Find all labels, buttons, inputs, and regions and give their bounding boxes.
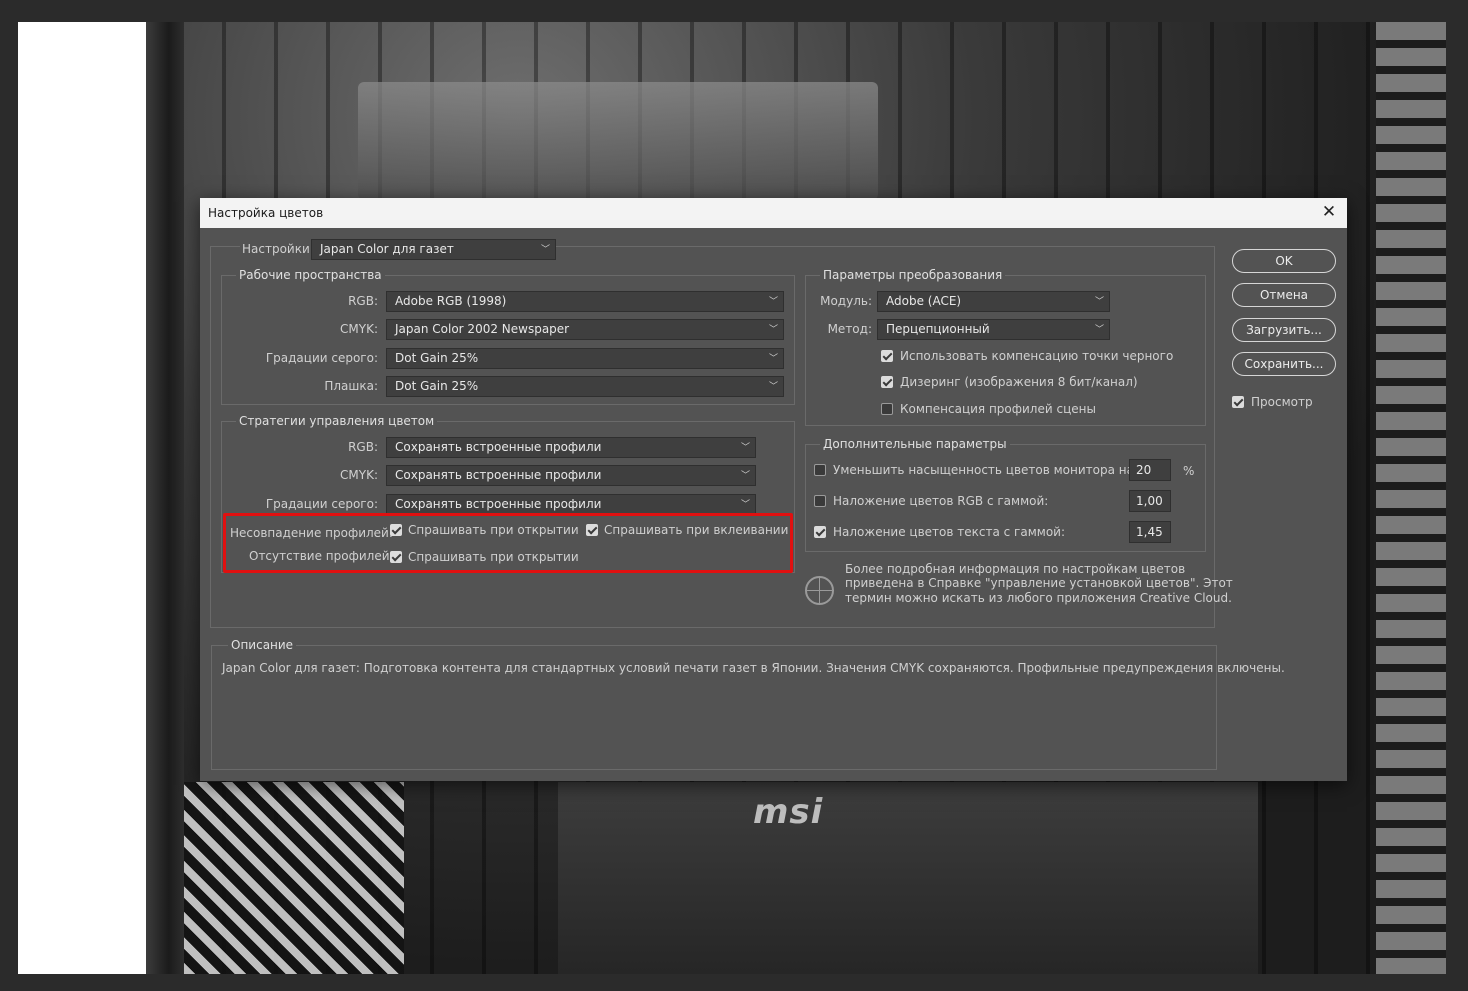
engine-select[interactable]: Adobe (ACE) ﹀ [877,291,1110,312]
blend-rgb-checkbox[interactable] [814,495,826,507]
photo-cpu-cooler [358,82,878,200]
mismatch-paste-label[interactable]: Спрашивать при вклеивании [604,523,788,537]
chevron-down-icon: ﹀ [768,382,778,392]
preview-label[interactable]: Просмотр [1251,395,1313,409]
policies-title: Стратегии управления цветом [236,414,438,428]
settings-label: Настройки: [240,242,316,256]
chevron-down-icon: ﹀ [768,354,778,364]
photo-side-panel [1376,22,1446,974]
ok-button[interactable]: OK [1232,249,1336,273]
desaturate-checkbox[interactable] [814,464,826,476]
mismatch-paste-checkbox[interactable] [586,524,598,536]
bpc-checkbox[interactable] [881,350,893,362]
ws-rgb-select[interactable]: Adobe RGB (1998) ﹀ [386,291,784,312]
missing-label: Отсутствие профилей: [249,549,394,563]
engine-value: Adobe (ACE) [886,294,962,308]
cancel-button[interactable]: Отмена [1232,283,1336,307]
photo-grille [184,782,404,974]
intent-select[interactable]: Перцепционный ﹀ [877,319,1110,340]
dither-label[interactable]: Дизеринг (изображения 8 бит/канал) [900,375,1138,389]
close-icon[interactable]: ✕ [1318,203,1340,223]
load-button[interactable]: Загрузить... [1232,318,1336,342]
mismatch-open-checkbox[interactable] [390,524,402,536]
policy-cmyk-label: CMYK: [340,468,378,482]
preview-checkbox[interactable] [1232,396,1244,408]
blend-rgb-input[interactable]: 1,00 [1129,490,1171,512]
policy-gray-select[interactable]: Сохранять встроенные профили ﹀ [386,494,756,515]
ws-gray-label: Градации серого: [265,351,378,365]
ws-cmyk-label: CMYK: [340,322,378,336]
save-button[interactable]: Сохранить... [1232,352,1336,376]
settings-select-value: Japan Color для газет [320,242,454,256]
policy-rgb-value: Сохранять встроенные профили [395,440,602,454]
bpc-label[interactable]: Использовать компенсацию точки черного [900,349,1173,363]
desaturate-input[interactable]: 20 [1129,459,1171,481]
chevron-down-icon: ﹀ [740,443,750,453]
ws-cmyk-value: Japan Color 2002 Newspaper [395,322,570,336]
photo-case-edge [146,22,184,974]
dialog-title: Настройка цветов [208,206,324,220]
chevron-down-icon: ﹀ [1094,325,1104,335]
settings-select[interactable]: Japan Color для газет ﹀ [311,239,556,260]
ws-rgb-label: RGB: [348,294,378,308]
desaturate-label[interactable]: Уменьшить насыщенность цветов монитора н… [833,463,1138,477]
intent-value: Перцепционный [886,322,990,336]
ws-cmyk-select[interactable]: Japan Color 2002 Newspaper ﹀ [386,319,784,340]
intent-label: Метод: [827,322,872,336]
description-text: Japan Color для газет: Подготовка контен… [222,661,1285,675]
policy-cmyk-select[interactable]: Сохранять встроенные профили ﹀ [386,465,756,486]
conversion-title: Параметры преобразования [820,268,1006,282]
dialog-titlebar: Настройка цветов ✕ [200,198,1347,228]
missing-open-label[interactable]: Спрашивать при открытии [408,550,579,564]
color-wheel-icon [805,576,834,605]
policy-rgb-label: RGB: [348,440,378,454]
photo-motherboard [558,782,1258,974]
chevron-down-icon: ﹀ [1094,297,1104,307]
chevron-down-icon: ﹀ [740,471,750,481]
policy-gray-value: Сохранять встроенные профили [395,497,602,511]
policy-gray-label: Градации серого: [265,497,378,511]
dither-checkbox[interactable] [881,376,893,388]
info-line-3: термин можно искать из любого приложения… [845,591,1232,605]
ws-spot-select[interactable]: Dot Gain 25% ﹀ [386,376,784,397]
mismatch-label: Несовпадение профилей: [230,526,393,540]
ws-spot-label: Плашка: [324,379,378,393]
canvas-white-area [18,22,146,974]
policy-rgb-select[interactable]: Сохранять встроенные профили ﹀ [386,437,756,458]
description-title: Описание [228,638,297,652]
advanced-title: Дополнительные параметры [820,437,1010,451]
ws-spot-value: Dot Gain 25% [395,379,479,393]
ws-gray-value: Dot Gain 25% [395,351,479,365]
engine-label: Модуль: [820,294,872,308]
blend-text-input[interactable]: 1,45 [1129,521,1171,543]
chevron-down-icon: ﹀ [768,297,778,307]
blend-text-checkbox[interactable] [814,526,826,538]
chevron-down-icon: ﹀ [540,245,550,255]
ws-rgb-value: Adobe RGB (1998) [395,294,507,308]
photo-logo: msi [753,792,824,832]
highlight-box [223,513,793,573]
color-settings-dialog: Настройка цветов ✕ Настройки: Japan Colo… [200,198,1347,781]
policy-cmyk-value: Сохранять встроенные профили [395,468,602,482]
desaturate-unit: % [1183,464,1195,478]
scene-checkbox[interactable] [881,403,893,415]
info-line-2: приведена в Справке "управление установк… [845,576,1233,590]
missing-open-checkbox[interactable] [390,551,402,563]
mismatch-open-label[interactable]: Спрашивать при открытии [408,523,579,537]
blend-rgb-label[interactable]: Наложение цветов RGB с гаммой: [833,494,1048,508]
info-line-1: Более подробная информация по настройкам… [845,562,1186,576]
working-spaces-title: Рабочие пространства [236,268,385,282]
scene-label[interactable]: Компенсация профилей сцены [900,402,1096,416]
blend-text-label[interactable]: Наложение цветов текста с гаммой: [833,525,1065,539]
chevron-down-icon: ﹀ [768,325,778,335]
ws-gray-select[interactable]: Dot Gain 25% ﹀ [386,348,784,369]
